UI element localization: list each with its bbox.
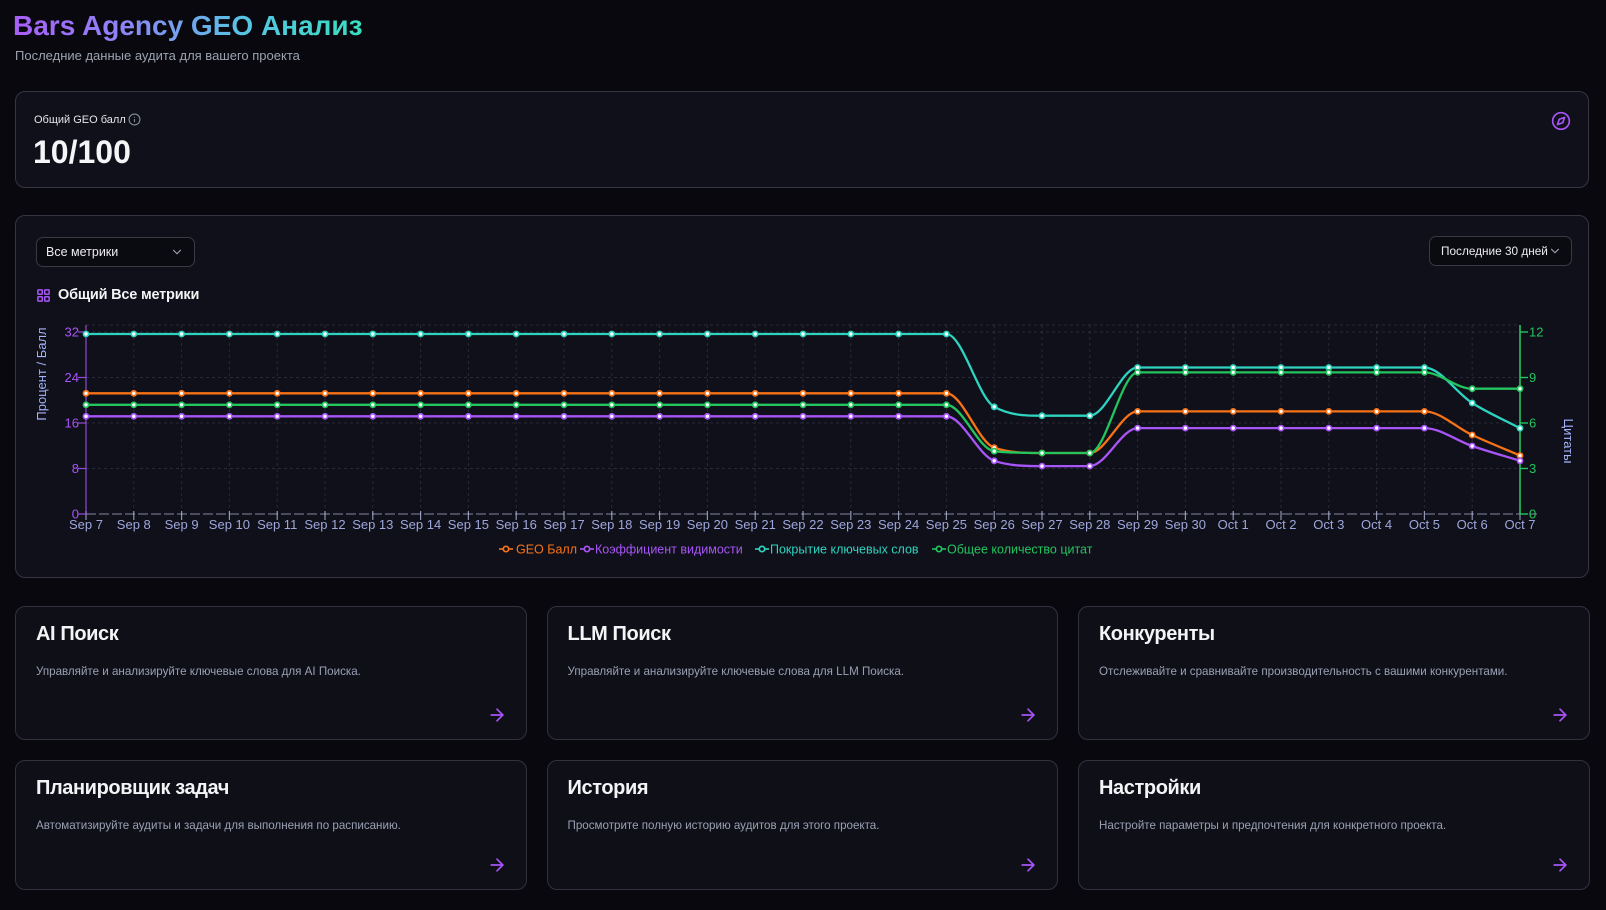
svg-text:Sep 7: Sep 7 (69, 517, 103, 532)
svg-text:3: 3 (1529, 461, 1536, 476)
svg-text:Oct 7: Oct 7 (1504, 517, 1535, 532)
svg-text:GEO Балл: GEO Балл (516, 543, 577, 557)
svg-text:6: 6 (1529, 415, 1536, 430)
svg-text:Sep 18: Sep 18 (591, 517, 632, 532)
svg-text:Oct 3: Oct 3 (1313, 517, 1344, 532)
svg-text:16: 16 (65, 415, 79, 430)
svg-text:12: 12 (1529, 324, 1543, 339)
svg-text:24: 24 (65, 370, 79, 385)
svg-text:Sep 26: Sep 26 (974, 517, 1015, 532)
svg-text:Коэффициент видимости: Коэффициент видимости (595, 543, 743, 557)
svg-text:Покрытие ключевых слов: Покрытие ключевых слов (770, 543, 919, 557)
svg-text:Sep 14: Sep 14 (400, 517, 441, 532)
svg-text:Общее количество цитат: Общее количество цитат (947, 543, 1093, 557)
svg-text:Oct 2: Oct 2 (1265, 517, 1296, 532)
svg-text:Sep 12: Sep 12 (304, 517, 345, 532)
svg-text:Sep 8: Sep 8 (117, 517, 151, 532)
svg-text:Sep 27: Sep 27 (1021, 517, 1062, 532)
svg-text:Sep 9: Sep 9 (165, 517, 199, 532)
svg-text:Sep 22: Sep 22 (782, 517, 823, 532)
svg-text:32: 32 (65, 324, 79, 339)
svg-text:Sep 28: Sep 28 (1069, 517, 1110, 532)
svg-text:Sep 15: Sep 15 (448, 517, 489, 532)
svg-text:Sep 29: Sep 29 (1117, 517, 1158, 532)
svg-text:Процент / Балл: Процент / Балл (34, 327, 49, 420)
svg-text:Sep 10: Sep 10 (209, 517, 250, 532)
svg-text:Sep 23: Sep 23 (830, 517, 871, 532)
svg-text:Цитаты: Цитаты (1561, 419, 1576, 464)
svg-text:Oct 6: Oct 6 (1457, 517, 1488, 532)
svg-text:Sep 20: Sep 20 (687, 517, 728, 532)
svg-text:Sep 13: Sep 13 (352, 517, 393, 532)
svg-text:Sep 24: Sep 24 (878, 517, 919, 532)
svg-text:Sep 30: Sep 30 (1165, 517, 1206, 532)
svg-text:8: 8 (72, 461, 79, 476)
svg-text:Sep 19: Sep 19 (639, 517, 680, 532)
svg-text:Sep 21: Sep 21 (735, 517, 776, 532)
svg-text:Oct 4: Oct 4 (1361, 517, 1392, 532)
svg-text:Sep 25: Sep 25 (926, 517, 967, 532)
svg-text:Oct 5: Oct 5 (1409, 517, 1440, 532)
svg-text:Oct 1: Oct 1 (1218, 517, 1249, 532)
svg-text:9: 9 (1529, 370, 1536, 385)
svg-text:Sep 11: Sep 11 (257, 517, 297, 532)
svg-text:Sep 16: Sep 16 (496, 517, 537, 532)
svg-text:Sep 17: Sep 17 (543, 517, 584, 532)
